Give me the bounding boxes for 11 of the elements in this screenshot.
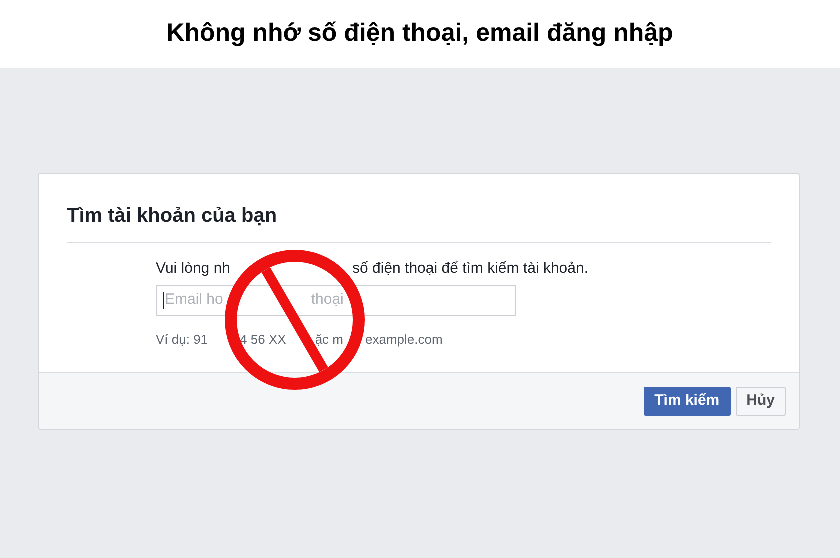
dialog-title: Tìm tài khoản của bạn [67, 204, 278, 228]
instruction-text: Vui lòng nh [156, 259, 231, 279]
example-text: 4 56 XX [240, 331, 286, 349]
cancel-button[interactable]: Hủy [736, 386, 786, 416]
banner-title: Không nhớ số điện thoại, email đăng nhập [166, 18, 674, 50]
text-cursor-icon [163, 292, 164, 309]
example-text: Ví dụ: 91 [156, 331, 208, 349]
example-text: ặc m [315, 331, 344, 349]
search-button[interactable]: Tìm kiếm [644, 386, 731, 416]
instruction-text: số điện thoại để tìm kiếm tài khoản. [352, 259, 588, 279]
example-text: example.com [365, 331, 443, 349]
